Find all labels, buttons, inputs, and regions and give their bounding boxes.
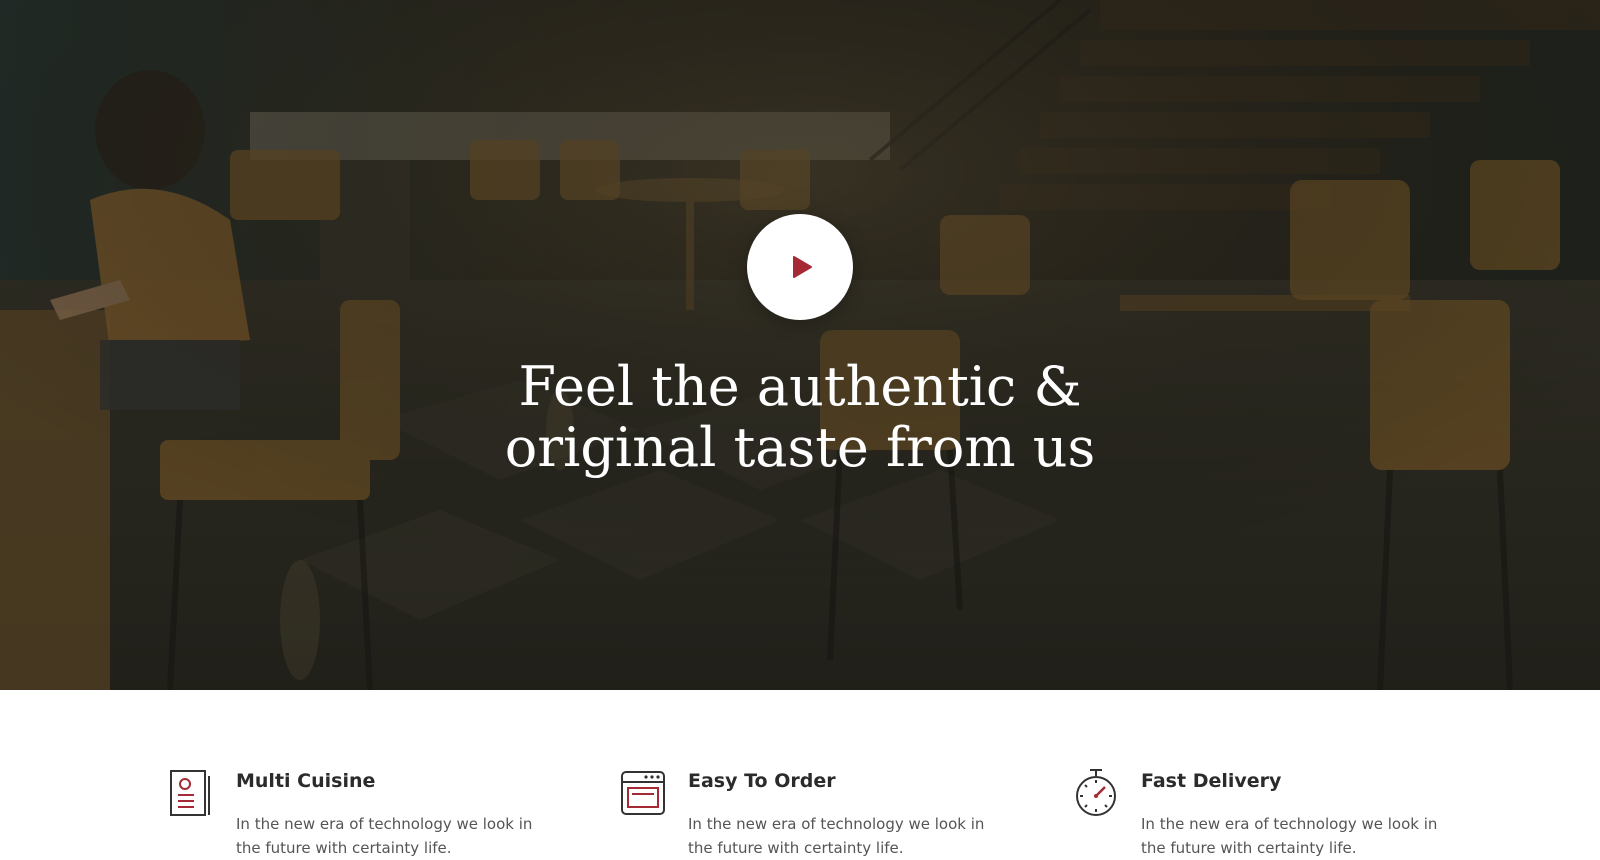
feature-easy-to-order: Easy To Order In the new era of technolo… (620, 768, 1000, 858)
hero-title-line-2: original taste from us (504, 416, 1096, 479)
feature-title: Fast Delivery (1141, 770, 1282, 792)
feature-fast-delivery: Fast Delivery In the new era of technolo… (1073, 768, 1453, 858)
feature-description: In the new era of technology we look in … (236, 815, 533, 857)
oven-icon (621, 771, 665, 815)
feature-title: Easy To Order (688, 770, 836, 792)
features-section: Multi Cuisine In the new era of technolo… (0, 690, 1600, 860)
hero-title-line-1: Feel the authentic & (518, 355, 1082, 418)
hero-title: Feel the authentic & original taste from… (400, 356, 1200, 478)
feature-multi-cuisine: Multi Cuisine In the new era of technolo… (168, 768, 548, 858)
play-icon (793, 256, 812, 278)
play-video-button[interactable] (747, 214, 853, 320)
feature-description: In the new era of technology we look in … (1141, 815, 1438, 857)
stopwatch-icon (1076, 769, 1116, 816)
menu-card-icon (170, 770, 210, 816)
feature-title: Multi Cuisine (236, 770, 376, 792)
restaurant-background-image (0, 0, 1600, 690)
feature-description: In the new era of technology we look in … (688, 815, 985, 857)
hero-section: Feel the authentic & original taste from… (0, 0, 1600, 690)
